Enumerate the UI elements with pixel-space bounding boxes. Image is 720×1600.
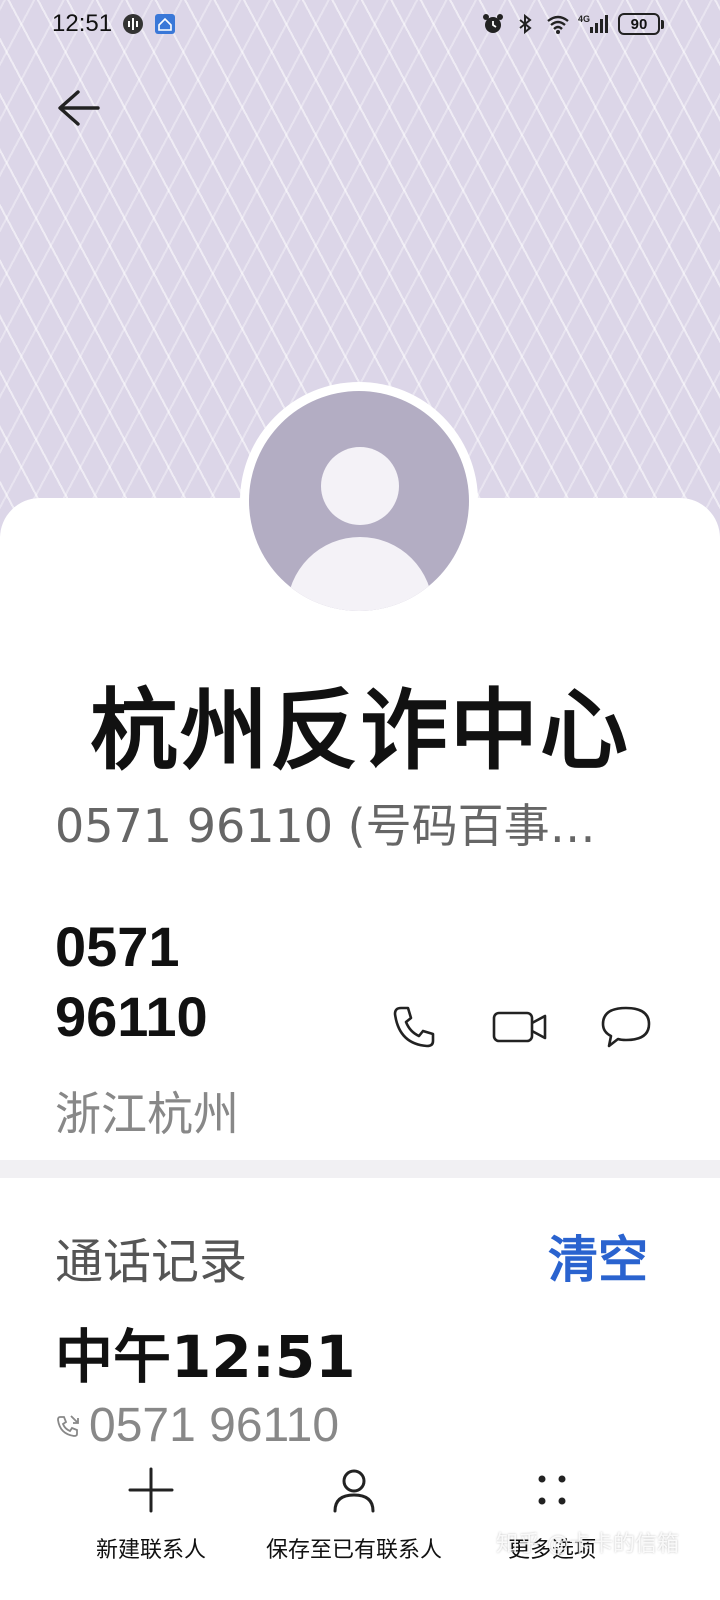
new-contact-button[interactable]: 新建联系人	[96, 1462, 206, 1564]
contact-detail-screen: 12:51 4G 90 杭州反诈中心 0571 96110 (号码百事… 057…	[0, 0, 720, 1600]
avatar-head-shape	[321, 447, 399, 525]
avatar	[240, 382, 478, 620]
phone-region: 浙江杭州	[55, 1087, 239, 1141]
battery-icon: 90	[618, 13, 664, 35]
call-log-title: 通话记录	[55, 1234, 248, 1290]
battery-tip	[661, 19, 664, 29]
status-bar: 12:51 4G 90	[0, 0, 720, 48]
plus-icon	[123, 1462, 179, 1518]
voice-assistant-icon	[122, 13, 144, 35]
section-divider	[0, 1160, 720, 1178]
phone-number-line2: 96110	[55, 985, 208, 1048]
avatar-body-shape	[287, 537, 433, 611]
bluetooth-icon	[514, 13, 536, 35]
message-button[interactable]	[596, 1000, 656, 1054]
contact-subtitle: 0571 96110 (号码百事…	[55, 799, 596, 853]
save-to-existing-contact-button[interactable]: 保存至已有联系人	[266, 1462, 442, 1564]
message-bubble-icon	[601, 1006, 651, 1048]
save-to-existing-label: 保存至已有联系人	[266, 1538, 443, 1563]
call-button[interactable]	[384, 1000, 444, 1054]
call-log-entry[interactable]: 0571 96110	[55, 1398, 339, 1453]
wifi-icon	[546, 13, 569, 35]
person-placeholder-icon	[249, 391, 469, 611]
phone-number-line1: 0571	[55, 915, 180, 978]
svg-text:4G: 4G	[578, 14, 590, 24]
phone-icon	[393, 1006, 435, 1048]
more-dots-icon	[524, 1462, 580, 1518]
video-camera-icon	[492, 1011, 547, 1043]
status-bar-right: 4G 90	[482, 13, 664, 35]
arrow-left-icon	[58, 90, 100, 126]
call-log-entry-time: 中午12:51	[55, 1323, 356, 1391]
phone-number[interactable]: 0571 96110	[55, 912, 355, 1052]
status-time: 12:51	[52, 10, 113, 37]
clear-call-log-button[interactable]: 清空	[548, 1220, 648, 1292]
back-button[interactable]	[48, 80, 108, 136]
video-call-button[interactable]	[490, 1000, 550, 1054]
status-bar-left: 12:51	[52, 10, 176, 38]
person-icon	[326, 1462, 382, 1518]
new-contact-label: 新建联系人	[96, 1538, 207, 1563]
signal-icon: 4G	[578, 13, 608, 35]
battery-level: 90	[618, 13, 660, 35]
call-log-entry-number: 0571 96110	[89, 1399, 340, 1452]
alarm-icon	[482, 13, 504, 35]
contact-name: 杭州反诈中心	[89, 679, 630, 782]
missed-call-icon	[57, 1414, 79, 1437]
watermark: 知乎 @卡卡的信箱	[496, 1532, 679, 1557]
app-notification-icon	[154, 13, 176, 35]
